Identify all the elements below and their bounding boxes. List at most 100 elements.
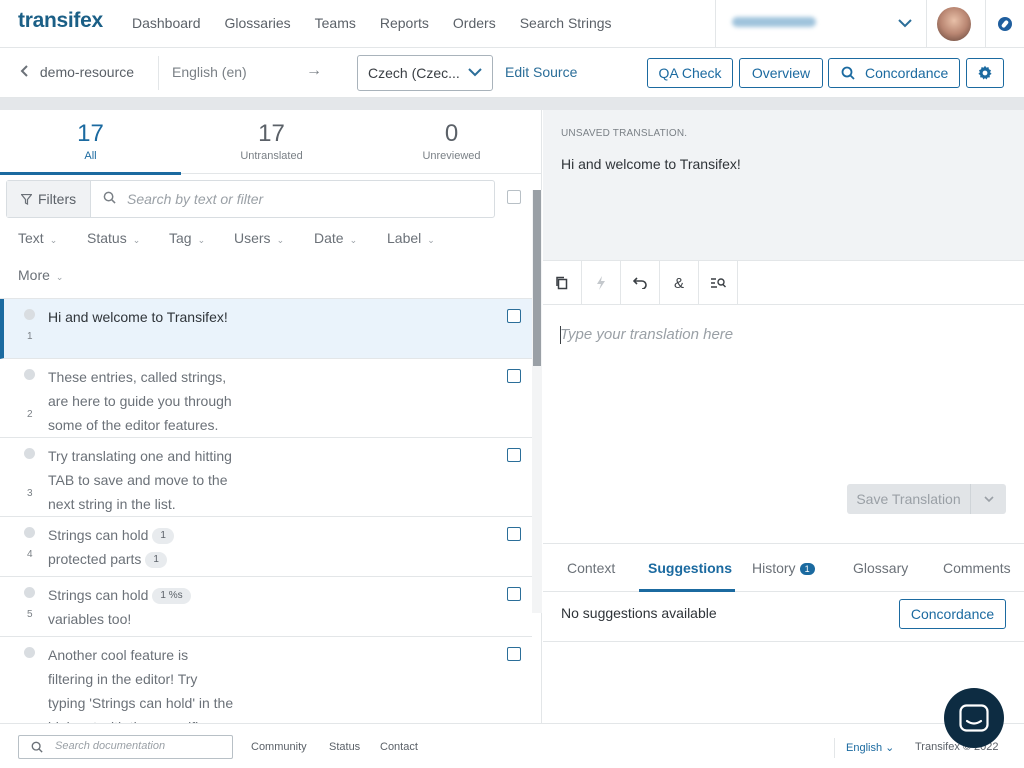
table-row[interactable]: 5 Strings can hold 1 %s variables too! (0, 577, 532, 637)
tab-history[interactable]: History 1 (752, 560, 815, 576)
arrow-right-icon: → (306, 62, 322, 79)
tab-unreviewed-label: Unreviewed (422, 150, 481, 162)
table-row[interactable]: Another cool feature is filtering in the… (0, 637, 532, 723)
row-checkbox[interactable] (507, 448, 521, 462)
select-all-checkbox[interactable] (507, 190, 521, 204)
row-checkbox[interactable] (507, 587, 521, 601)
translation-input[interactable]: Type your translation here (560, 326, 733, 343)
protected-part-pill[interactable]: 1 (145, 552, 167, 569)
top-navbar: transifex Dashboard Glossaries Teams Rep… (0, 0, 1024, 48)
documentation-search-input[interactable]: Search documentation (18, 735, 233, 759)
chevron-down-icon: ⌄ (197, 235, 206, 245)
variable-pill[interactable]: 1 %s (152, 588, 191, 605)
nav-reports[interactable]: Reports (380, 15, 429, 31)
compass-icon[interactable] (985, 0, 1024, 48)
filter-status[interactable]: Status ⌄ (87, 230, 140, 246)
divider (543, 641, 1024, 642)
undo-button[interactable] (621, 261, 660, 305)
filter-text[interactable]: Text ⌄ (18, 230, 57, 246)
filter-tag[interactable]: Tag ⌄ (169, 230, 205, 246)
tab-comments[interactable]: Comments (943, 560, 1011, 576)
footer-link-status[interactable]: Status (329, 741, 360, 753)
tab-unreviewed[interactable]: 0 Unreviewed (361, 110, 541, 174)
table-row[interactable]: 3 Try translating one and hitting TAB to… (0, 438, 532, 517)
filter-more[interactable]: More ⌄ (18, 267, 63, 283)
special-characters-button[interactable]: & (660, 261, 699, 305)
filters-button[interactable]: Filters (7, 181, 91, 217)
table-row[interactable]: 4 Strings can hold 1 protected parts 1 (0, 517, 532, 577)
tab-untranslated-count: 17 (258, 120, 285, 147)
chevron-down-icon: ⌄ (55, 272, 64, 282)
string-line: next string in the list. (48, 496, 176, 512)
tab-glossary[interactable]: Glossary (853, 560, 908, 576)
string-number: 4 (27, 549, 33, 560)
back-to-resource[interactable]: demo-resource (20, 64, 134, 80)
user-avatar[interactable] (937, 7, 971, 41)
overview-button[interactable]: Overview (739, 58, 823, 88)
resource-name: demo-resource (39, 64, 135, 80)
nav-orders[interactable]: Orders (453, 15, 496, 31)
filter-users-label: Users (234, 230, 271, 246)
footer: Search documentation Community Status Co… (0, 723, 1024, 768)
chat-support-button[interactable] (944, 688, 1004, 748)
tab-all[interactable]: 17 All (0, 110, 181, 175)
string-line: some of the editor features. (48, 417, 219, 433)
tab-context[interactable]: Context (567, 560, 615, 576)
strings-scrollbar-thumb[interactable] (533, 190, 541, 366)
copy-source-button[interactable] (543, 261, 582, 305)
table-row[interactable]: 1 Hi and welcome to Transifex! (0, 299, 532, 359)
search-icon (103, 191, 116, 204)
nav-teams[interactable]: Teams (315, 15, 356, 31)
nav-glossaries[interactable]: Glossaries (225, 15, 291, 31)
row-checkbox[interactable] (507, 647, 521, 661)
status-dot (24, 527, 35, 538)
transifex-logo[interactable]: transifex (18, 9, 103, 33)
row-checkbox[interactable] (507, 369, 521, 383)
footer-language-select[interactable]: English ⌄ (846, 741, 894, 754)
tab-suggestions[interactable]: Suggestions (648, 560, 732, 576)
edit-source-link[interactable]: Edit Source (505, 64, 577, 80)
chevron-left-icon (20, 64, 32, 80)
protected-part-pill[interactable]: 1 (152, 528, 174, 545)
auto-translate-button[interactable] (582, 261, 621, 305)
search-input[interactable]: Search by text or filter (127, 191, 263, 207)
row-checkbox[interactable] (507, 527, 521, 541)
filter-users[interactable]: Users ⌄ (234, 230, 284, 246)
settings-button[interactable] (966, 58, 1004, 88)
chevron-down-icon: ⌄ (276, 235, 285, 245)
divider-band (0, 98, 1024, 110)
qa-check-button[interactable]: QA Check (647, 58, 733, 88)
strings-list: 1 Hi and welcome to Transifex! 2 These e… (0, 298, 532, 723)
bottom-tabs: Context Suggestions History 1 Glossary Co… (543, 543, 1024, 592)
status-dot (24, 309, 35, 320)
tab-untranslated[interactable]: 17 Untranslated (181, 110, 362, 174)
filter-icon (20, 193, 33, 205)
save-options-dropdown[interactable] (970, 484, 1006, 514)
unsaved-label: UNSAVED TRANSLATION. (561, 128, 688, 139)
table-row[interactable]: 2 These entries, called strings, are her… (0, 359, 532, 438)
target-language-select[interactable]: Czech (Czec... (357, 55, 493, 91)
string-text: These entries, called strings, are here … (48, 365, 248, 437)
text-search-icon (711, 278, 726, 288)
footer-link-community[interactable]: Community (251, 741, 307, 753)
concordance-button[interactable]: Concordance (828, 58, 960, 88)
filter-tag-label: Tag (169, 230, 192, 246)
filter-label[interactable]: Label ⌄ (387, 230, 435, 246)
save-translation-button[interactable]: Save Translation (847, 484, 970, 514)
concordance-search-button[interactable]: Concordance (899, 599, 1006, 629)
tab-all-label: All (84, 150, 97, 162)
filter-date[interactable]: Date ⌄ (314, 230, 357, 246)
filter-search-bar: Filters Search by text or filter (6, 180, 495, 218)
search-memory-button[interactable] (699, 261, 738, 305)
nav-search-strings[interactable]: Search Strings (520, 15, 612, 31)
footer-link-contact[interactable]: Contact (380, 741, 418, 753)
nav-dashboard[interactable]: Dashboard (132, 15, 201, 31)
string-line: variables too! (48, 611, 132, 627)
organization-name-blurred (732, 17, 816, 27)
footer-language-label: English (846, 742, 883, 754)
string-text: Another cool feature is filtering in the… (48, 643, 258, 723)
gear-icon (978, 65, 992, 80)
row-checkbox[interactable] (507, 309, 521, 323)
documentation-search-placeholder: Search documentation (55, 740, 166, 752)
organization-switcher[interactable] (715, 0, 927, 48)
